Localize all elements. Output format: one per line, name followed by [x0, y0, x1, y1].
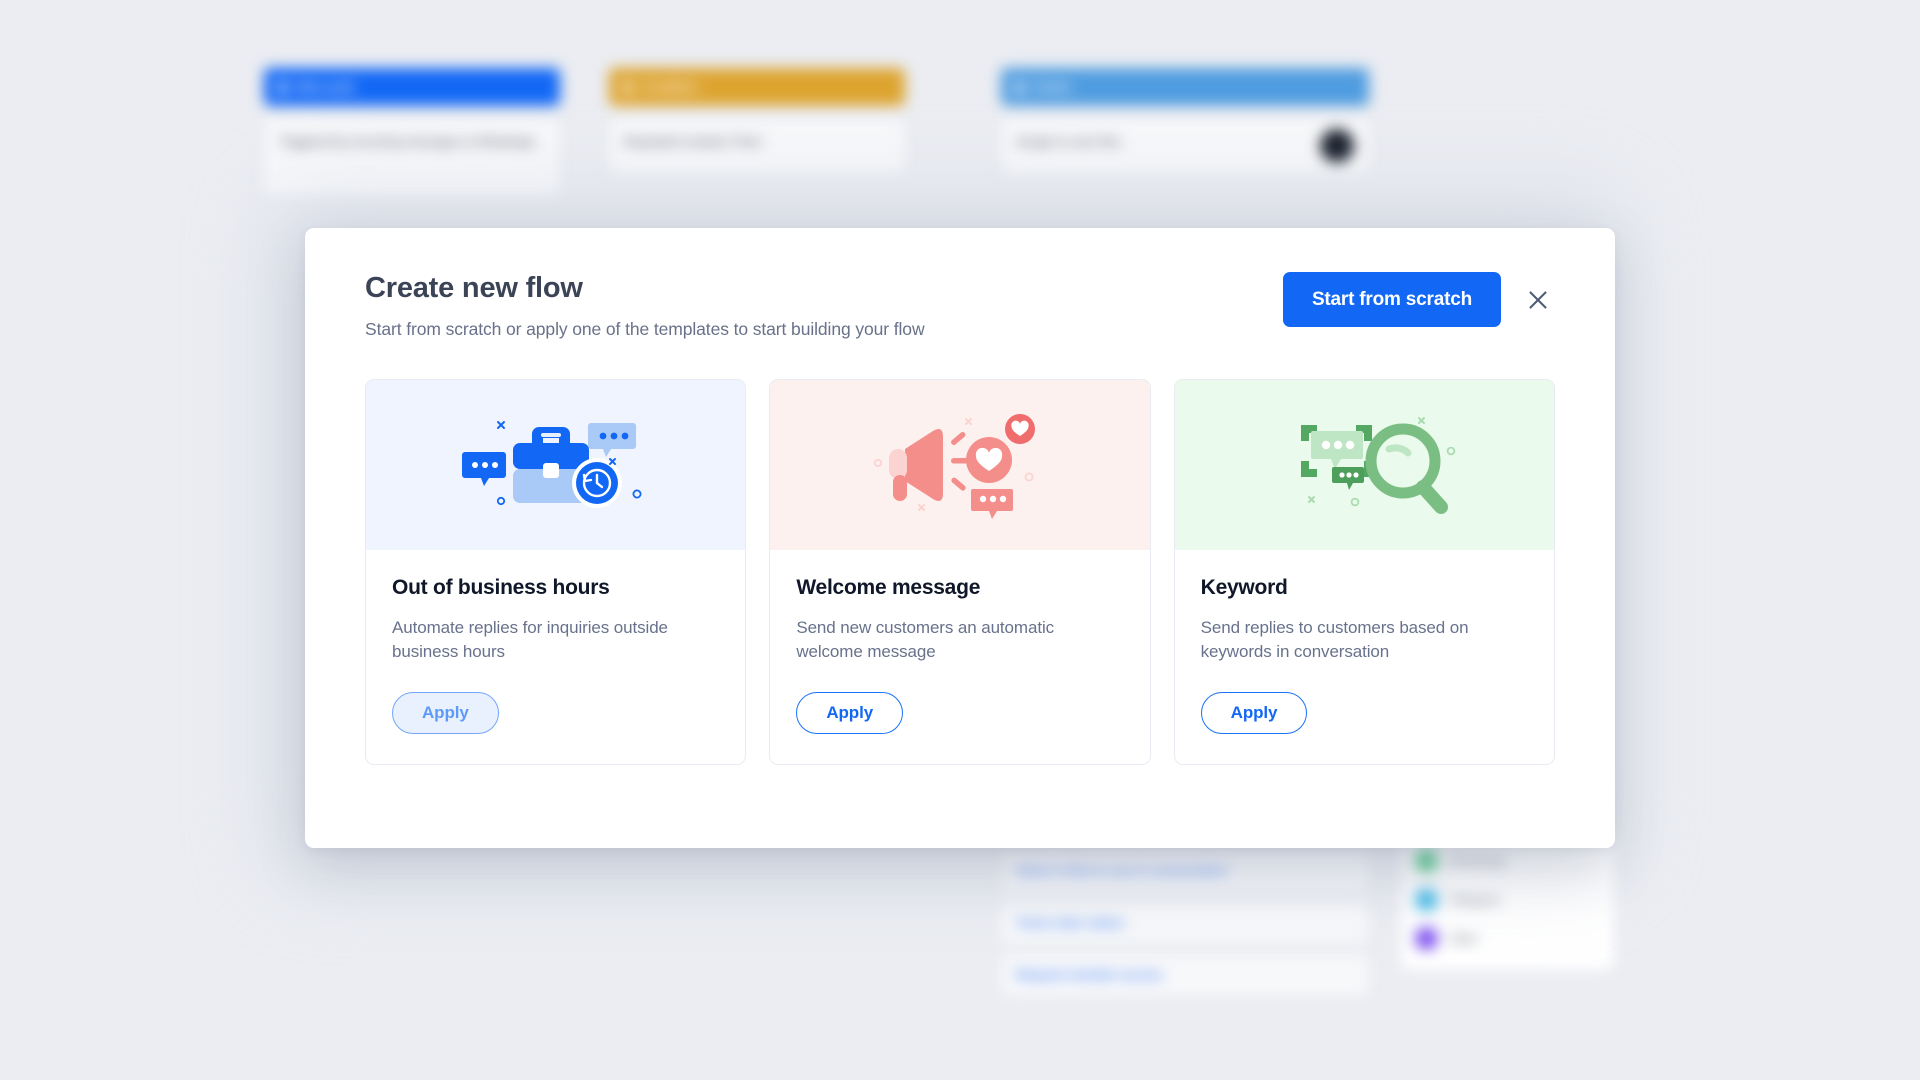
flow-header-icon-3: [1013, 80, 1026, 94]
card-description: Send new customers an automatic welcome …: [796, 618, 1055, 662]
template-card-welcome-message[interactable]: Welcome message Send new customers an au…: [769, 379, 1151, 765]
flow-header-2: Condition: [609, 68, 905, 106]
flow-header-label-3: Action: [1034, 80, 1072, 94]
card-illustration-3: [1174, 380, 1554, 550]
flow-body-label-3: Assign to user flow: [1016, 135, 1121, 149]
flow-body-1: Triggered by incoming message on WhatsAp…: [264, 118, 560, 196]
card-title: Keyword: [1200, 576, 1288, 599]
flow-body-2: Repeated contains 'Flow': [609, 118, 905, 174]
list-item: Track order status: [1001, 902, 1369, 944]
flow-body-3: Assign to user flow: [1001, 118, 1369, 174]
card-illustration-1: [366, 380, 746, 550]
background-flow-card-1: New cycle Triggered by incoming message …: [264, 68, 560, 196]
app-root: New cycle Triggered by incoming message …: [0, 0, 1920, 1080]
card-description: Automate replies for inquiries outside b…: [392, 618, 668, 662]
card-title: Out of business hours: [392, 576, 610, 599]
close-button[interactable]: [1521, 283, 1555, 317]
modal-header: Create new flow Start from scratch or ap…: [365, 268, 1555, 340]
flow-header-label-1: New cycle: [297, 80, 356, 94]
apply-button-keyword[interactable]: Apply: [1200, 691, 1308, 734]
template-card-list: Out of business hours Automate replies f…: [365, 379, 1555, 765]
apply-button-out-of-business-hours[interactable]: Apply: [392, 691, 499, 734]
template-card-out-of-business-hours[interactable]: Out of business hours Automate replies f…: [365, 379, 747, 765]
megaphone-heart-icon: [873, 414, 1035, 519]
magnifier-chat-icon: [1301, 417, 1456, 514]
start-from-scratch-button[interactable]: Start from scratch: [1282, 272, 1501, 327]
briefcase-clock-icon: [461, 421, 642, 508]
card-illustration-2: [770, 380, 1150, 550]
close-icon: [1529, 290, 1547, 309]
page-title: Create new flow: [365, 272, 583, 304]
card-body-1: Out of business hours Automate replies f…: [366, 550, 745, 764]
card-body-3: Keyword Send replies to customers based …: [1175, 550, 1554, 764]
create-new-flow-modal: Create new flow Start from scratch or ap…: [305, 228, 1615, 848]
background-flow-card-2: Condition Repeated contains 'Flow': [609, 68, 905, 174]
channel-label: Telegram: [1449, 892, 1501, 907]
list-item: Request member access: [1001, 954, 1369, 996]
card-description: Send replies to customers based on keywo…: [1200, 618, 1469, 662]
card-title: Welcome message: [796, 576, 981, 599]
list-item: Telegram: [1415, 880, 1600, 919]
channel-label: Viber: [1449, 931, 1478, 946]
template-card-keyword[interactable]: Keyword Send replies to customers based …: [1173, 379, 1555, 765]
background-flow-card-3: Action Assign to user flow: [1001, 68, 1369, 174]
modal-header-actions: Start from scratch: [1282, 268, 1555, 327]
avatar: [1320, 129, 1354, 163]
card-body-2: Welcome message Send new customers an au…: [770, 550, 1149, 764]
flow-header-label-2: Condition: [642, 80, 698, 94]
list-item: Viber: [1415, 919, 1600, 958]
flow-header-icon-2: [621, 80, 634, 94]
flow-header-3: Action: [1001, 68, 1369, 106]
modal-header-text: Create new flow Start from scratch or ap…: [365, 268, 1283, 340]
viber-icon: [1415, 927, 1438, 950]
telegram-icon: [1415, 888, 1438, 911]
flow-header-icon-1: [276, 80, 289, 94]
modal-subtitle: Start from scratch or apply one of the t…: [365, 319, 925, 339]
apply-button-welcome-message[interactable]: Apply: [796, 691, 904, 734]
flow-header-1: New cycle: [264, 68, 560, 106]
